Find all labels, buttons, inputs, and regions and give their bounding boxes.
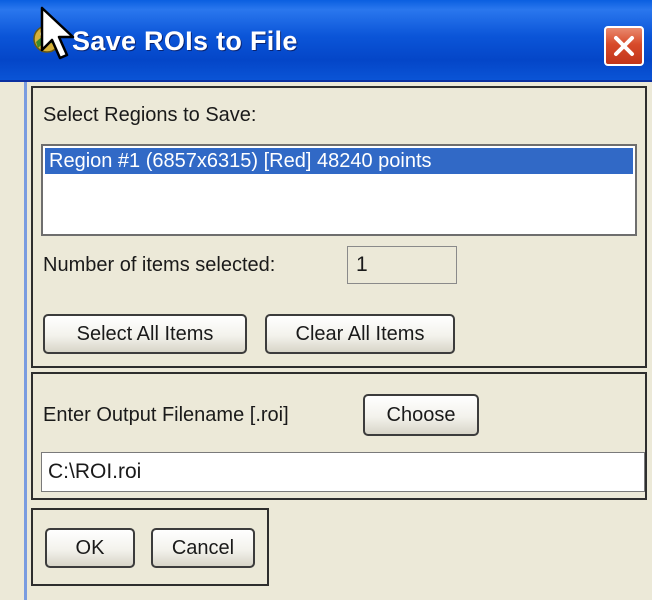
mouse-cursor-icon <box>40 6 75 60</box>
output-group: Enter Output Filename [.roi] Choose C:\R… <box>31 372 647 500</box>
clear-all-items-button[interactable]: Clear All Items <box>265 314 455 354</box>
close-icon <box>614 36 634 56</box>
regions-group: Select Regions to Save: Region #1 (6857x… <box>31 86 647 368</box>
action-buttons-group: OK Cancel <box>31 508 269 586</box>
items-selected-label: Number of items selected: <box>43 254 276 276</box>
dialog-body: Select Regions to Save: Region #1 (6857x… <box>24 82 652 600</box>
output-filename-field[interactable]: C:\ROI.roi <box>41 452 645 492</box>
select-all-items-button[interactable]: Select All Items <box>43 314 247 354</box>
cancel-button[interactable]: Cancel <box>151 528 255 568</box>
title-bar[interactable]: Save ROIs to File <box>0 0 652 82</box>
output-filename-label: Enter Output Filename [.roi] <box>43 404 289 426</box>
items-selected-count: 1 <box>347 246 457 284</box>
ok-button[interactable]: OK <box>45 528 135 568</box>
save-rois-dialog: Save ROIs to File Select Regions to Save… <box>0 0 652 600</box>
regions-listbox[interactable]: Region #1 (6857x6315) [Red] 48240 points <box>41 144 637 236</box>
choose-button[interactable]: Choose <box>363 394 479 436</box>
window-title: Save ROIs to File <box>72 26 298 56</box>
close-button[interactable] <box>604 26 644 66</box>
region-list-item[interactable]: Region #1 (6857x6315) [Red] 48240 points <box>45 148 633 174</box>
regions-label: Select Regions to Save: <box>43 104 257 126</box>
